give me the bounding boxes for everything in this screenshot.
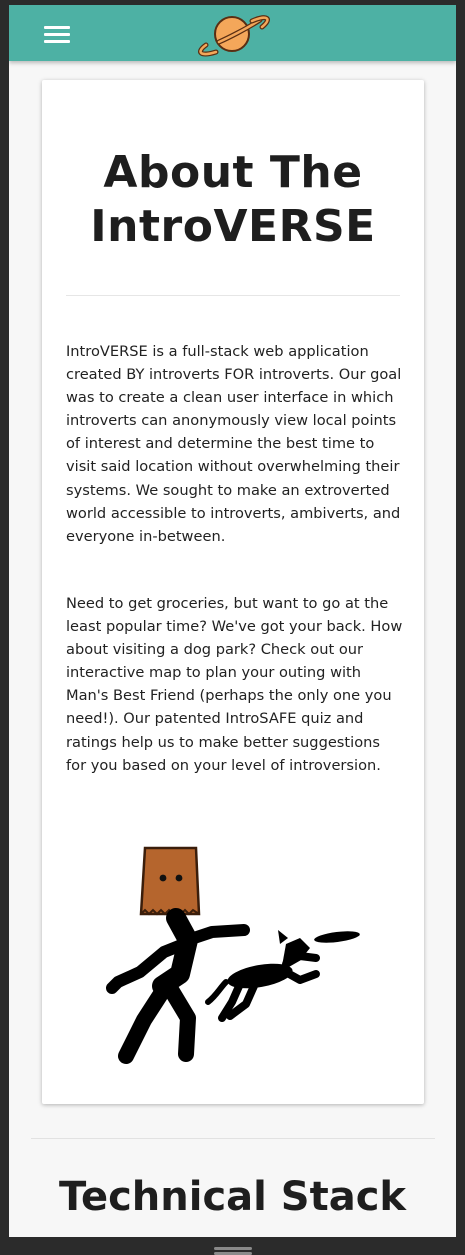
about-paragraph-2: Need to get groceries, but want to go at… xyxy=(66,595,403,774)
about-paragraph-1: IntroVERSE is a full-stack web applicati… xyxy=(66,343,402,545)
top-navbar xyxy=(9,5,456,61)
title-divider xyxy=(66,295,400,296)
about-card: About The IntroVERSE IntroVERSE is a ful… xyxy=(42,80,424,1104)
hamburger-line xyxy=(44,33,70,36)
hamburger-line xyxy=(44,26,70,29)
hamburger-line xyxy=(44,40,70,43)
hamburger-menu-icon[interactable] xyxy=(44,24,70,44)
planet-logo-icon[interactable] xyxy=(192,11,274,57)
section-divider xyxy=(31,1138,435,1139)
technical-stack-title: Technical Stack xyxy=(58,1174,407,1220)
paper-bag-person-frisbee-dog-illustration xyxy=(106,846,360,1064)
bottom-bar xyxy=(0,1237,465,1255)
about-title: About The IntroVERSE xyxy=(90,147,376,252)
home-indicator-handle[interactable] xyxy=(214,1247,252,1255)
app-viewport: About The IntroVERSE IntroVERSE is a ful… xyxy=(9,5,456,1237)
